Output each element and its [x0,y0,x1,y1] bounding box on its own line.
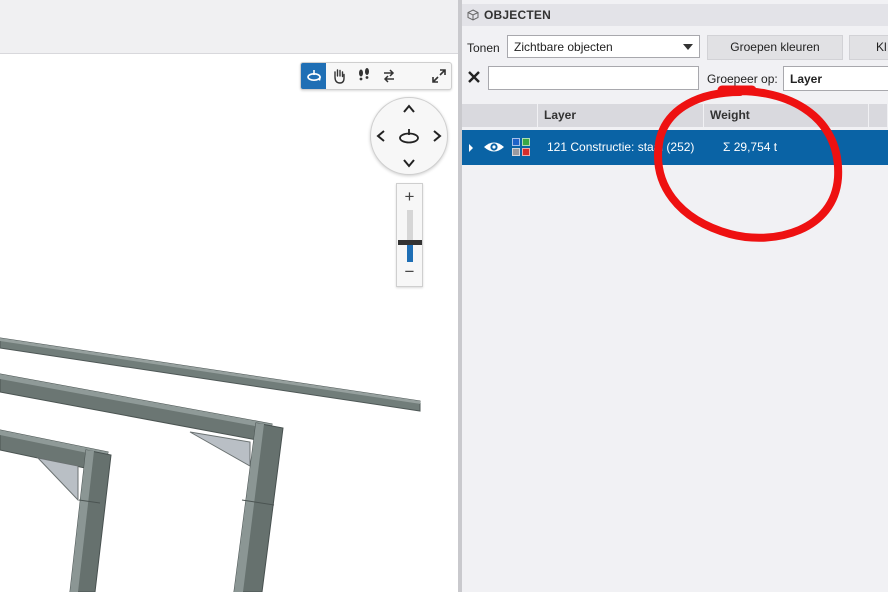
zoom-thumb[interactable] [398,240,422,246]
orbit-icon [306,70,321,82]
fullscreen-icon [431,69,446,83]
3d-viewport[interactable]: + − [0,0,458,592]
row-layer: 121 Constructie: staal (252) [547,140,695,154]
column-header-layer[interactable]: Layer [538,104,704,127]
show-select[interactable]: Zichtbare objecten [507,35,700,58]
search-input[interactable] [488,66,699,90]
pan-tool-button[interactable] [326,63,351,89]
zoom-in-button[interactable]: + [397,187,422,207]
swap-arrows-icon [383,69,394,83]
orbit-center-icon [399,129,419,144]
group-by-label: Groepeer op: [707,72,778,86]
arrow-down-icon [403,159,415,168]
color-swatch-icon[interactable] [512,138,530,156]
color-groups-button[interactable]: Groepen kleuren [707,35,843,60]
zoom-out-button[interactable]: − [397,262,422,282]
panel-header: OBJECTEN [462,4,888,26]
cut-off-button[interactable]: Kl [849,35,888,60]
fullscreen-button[interactable] [426,63,451,89]
orbit-down-button[interactable] [401,155,417,171]
panel-title: OBJECTEN [484,8,551,22]
zoom-track[interactable] [398,210,422,262]
column-header-extra[interactable] [869,104,888,127]
chevron-down-icon [683,43,693,50]
walk-tool-button[interactable] [351,63,376,89]
arrow-left-icon [376,130,385,142]
arrow-right-icon [433,130,442,142]
table-row[interactable]: 121 Constructie: staal (252) Σ 29,754 t [462,130,888,165]
pan-hand-icon [333,69,345,84]
grid-header: Layer Weight [462,104,888,127]
row-weight: Σ 29,754 t [723,140,778,154]
close-icon [468,71,480,83]
orbit-right-button[interactable] [429,128,445,144]
show-label: Tonen [467,41,500,55]
group-by-select[interactable]: Layer [783,66,888,91]
column-header-tools[interactable] [462,104,538,127]
clear-search-button[interactable] [466,69,482,85]
column-header-weight[interactable]: Weight [704,104,869,127]
navigation-toolbar [300,62,452,90]
expand-arrow-icon[interactable] [469,144,473,152]
orbit-up-button[interactable] [401,101,417,117]
orbit-left-button[interactable] [373,128,389,144]
orbit-control [370,97,448,175]
objects-panel: OBJECTEN Tonen Zichtbare objecten Groepe… [462,0,888,592]
swap-tool-button[interactable] [376,63,401,89]
show-select-value: Zichtbare objecten [514,39,613,54]
group-by-value: Layer [790,71,823,86]
arrow-up-icon [403,104,415,113]
orbit-tool-button[interactable] [301,63,326,89]
haunch-plate-front [36,457,79,502]
cube-icon [467,9,479,21]
orbit-center-button[interactable] [397,126,421,146]
eye-visible-icon[interactable] [483,139,505,155]
walk-footsteps-icon [358,68,369,81]
zoom-slider[interactable]: + − [396,183,423,287]
